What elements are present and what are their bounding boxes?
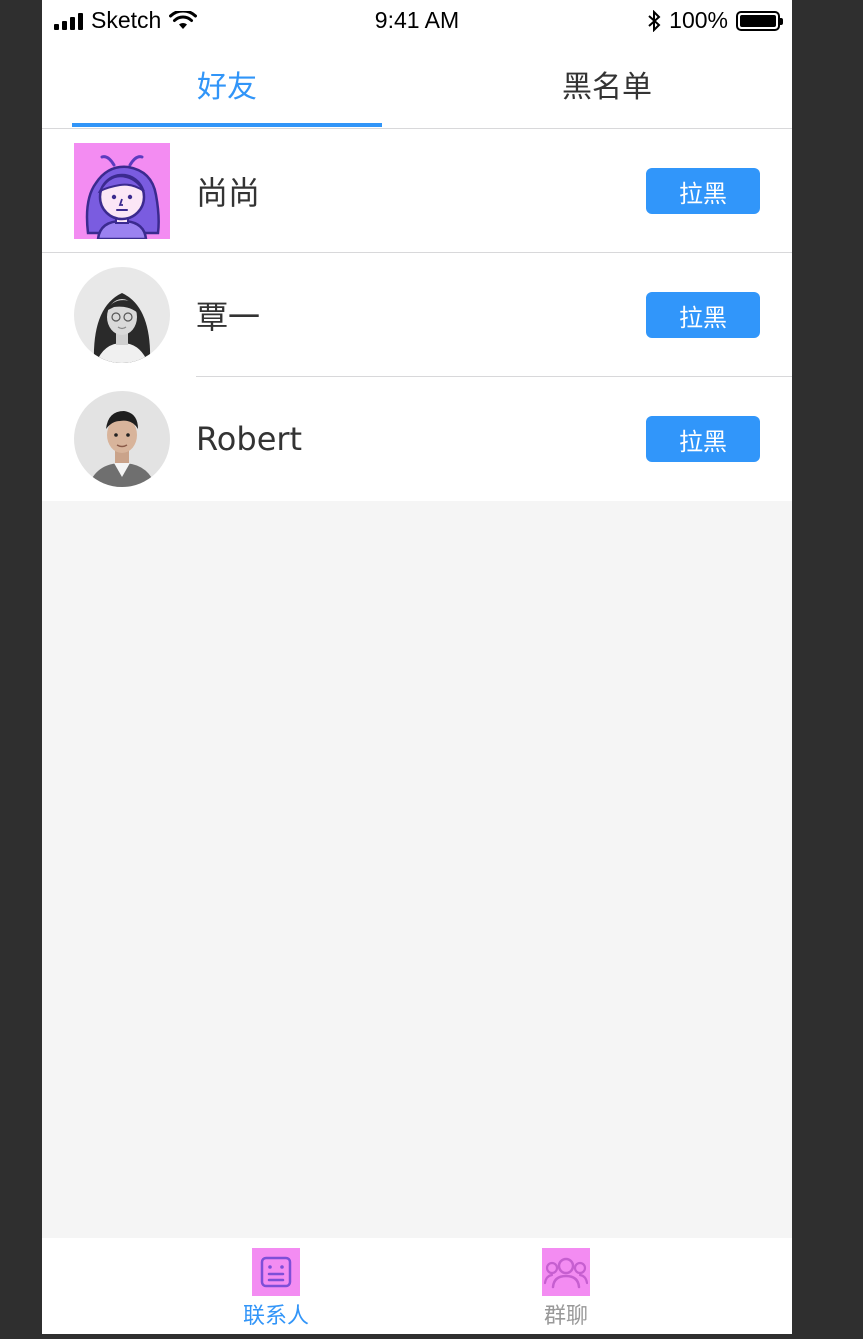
friend-list: 尚尚 拉黑 覃一 拉黑 Robert 拉黑 — [42, 129, 792, 501]
block-button[interactable]: 拉黑 — [646, 292, 760, 338]
phone-screen: Sketch 9:41 AM 100% 好友 黑名单 尚尚 拉黑 覃一 拉黑 R… — [42, 0, 792, 1334]
tabbar-item-groups[interactable]: 群聊 — [496, 1248, 636, 1330]
tabbar-label-contacts: 联系人 — [242, 1304, 309, 1329]
avatar — [74, 143, 170, 239]
man-photo-icon — [74, 391, 170, 487]
tab-friends[interactable]: 好友 — [72, 40, 382, 128]
woman-photo-icon — [74, 267, 170, 363]
battery-percent: 100% — [669, 7, 728, 33]
group-chat-icon — [542, 1248, 590, 1296]
list-item: 覃一 拉黑 — [42, 253, 792, 377]
active-tab-indicator — [72, 123, 382, 127]
avatar — [74, 391, 170, 487]
list-item: Robert 拉黑 — [42, 377, 792, 501]
bluetooth-icon — [648, 9, 661, 32]
status-right: 100% — [647, 7, 783, 34]
bottom-tabbar: 联系人 群聊 — [42, 1238, 792, 1334]
block-button[interactable]: 拉黑 — [646, 168, 760, 214]
list-item: 尚尚 拉黑 — [42, 129, 792, 253]
contacts-icon — [252, 1248, 300, 1296]
tab-blacklist[interactable]: 黑名单 — [452, 40, 762, 128]
segment-tabs: 好友 黑名单 — [42, 40, 792, 129]
cartoon-girl-icon — [85, 155, 160, 239]
tabbar-label-groups: 群聊 — [543, 1304, 588, 1329]
tabbar-item-contacts[interactable]: 联系人 — [206, 1248, 346, 1330]
battery-icon — [736, 10, 783, 31]
friend-name: Robert — [196, 420, 303, 458]
status-bar: Sketch 9:41 AM 100% — [42, 0, 792, 40]
avatar — [74, 267, 170, 363]
friend-name: 尚尚 — [196, 174, 261, 212]
block-button[interactable]: 拉黑 — [646, 416, 760, 462]
friend-name: 覃一 — [196, 298, 261, 336]
